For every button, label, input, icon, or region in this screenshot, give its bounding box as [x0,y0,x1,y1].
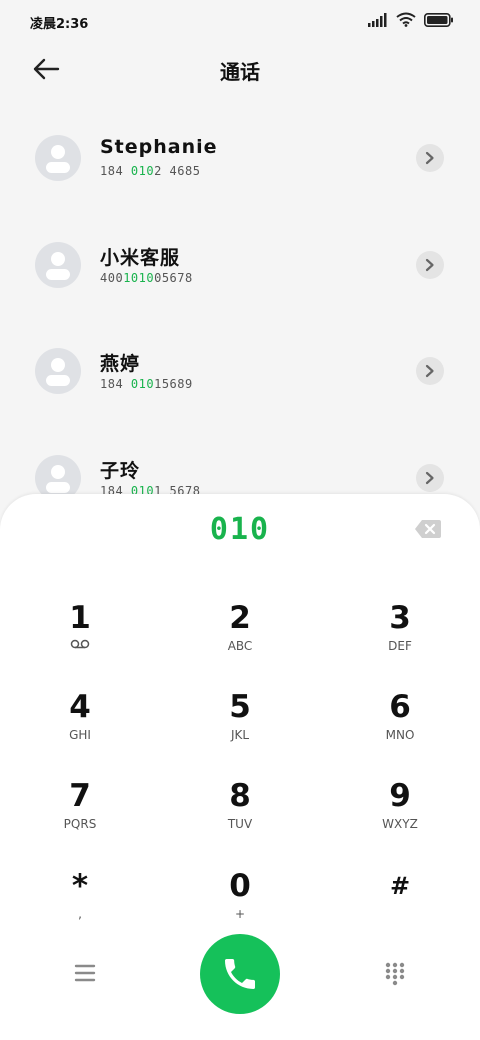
chevron-right-icon [425,151,434,165]
backspace-button[interactable] [414,518,442,540]
header: 通话 [0,44,480,94]
chevron-right-icon [425,364,434,378]
key-digit: # [389,872,411,900]
key-letters: ABC [227,639,253,653]
key-digit: 4 [69,689,91,725]
key-digit: 2 [229,600,251,636]
contact-detail-button[interactable] [416,464,444,492]
key-letters: PQRS [63,817,97,831]
key-digit: 5 [229,689,251,725]
key-letters: JKL [230,728,250,742]
dialed-number[interactable]: 010 [0,512,480,547]
key-letters: DEF [388,639,412,653]
dial-key-1[interactable]: 1 [20,600,140,670]
battery-icon [424,12,453,27]
dial-key-4[interactable]: 4 GHI [20,689,140,759]
key-digit: * [71,868,89,904]
dialpad-grid-icon [385,962,405,986]
status-bar: 凌晨2:36 [0,0,480,44]
dial-key-8[interactable]: 8 TUV [180,778,300,848]
contact-name: 小米客服 [100,247,181,269]
chevron-right-icon [425,258,434,272]
phone-icon [225,959,255,989]
dial-key-hash[interactable]: # [340,868,460,938]
dial-key-2[interactable]: 2 ABC [180,600,300,670]
contact-item[interactable]: 小米客服 400101005678 [0,207,480,297]
contact-list: Stephanie 184 0102 4685 小米客服 40010100567… [0,100,480,500]
dial-key-0[interactable]: 0 + [180,868,300,938]
status-icons [368,12,454,27]
key-letters: , [78,907,82,921]
dial-key-6[interactable]: 6 MNO [340,689,460,759]
key-letters: MNO [385,728,415,742]
dial-key-star[interactable]: * , [20,868,140,938]
contact-number: 400101005678 [100,271,193,285]
contact-detail-button[interactable] [416,357,444,385]
menu-icon [74,964,96,982]
avatar [35,242,81,288]
contact-name: 子玲 [100,460,141,482]
key-letters: GHI [69,728,91,742]
contact-number: 184 01015689 [100,377,193,391]
contact-detail-button[interactable] [416,144,444,172]
key-digit: 8 [229,778,251,814]
contact-item[interactable]: 子玲 184 0101 5678 [0,420,480,500]
status-time: 凌晨2:36 [30,17,89,32]
contact-name: 燕婷 [100,353,141,375]
signal-icon [368,12,387,27]
backspace-icon [415,520,441,538]
key-digit: 1 [69,600,91,636]
wifi-icon [396,12,416,27]
key-letters: TUV [227,817,253,831]
dial-key-3[interactable]: 3 DEF [340,600,460,670]
voicemail-icon [20,638,140,654]
contact-detail-button[interactable] [416,251,444,279]
call-button[interactable] [200,934,280,1014]
key-digit: 7 [69,778,91,814]
dial-key-7[interactable]: 7 PQRS [20,778,140,848]
dialpad-toggle-button[interactable] [384,961,406,987]
key-letters: WXYZ [382,817,418,831]
key-digit: 9 [389,778,411,814]
key-letters: + [234,907,246,921]
dialpad-panel: 010 1 2 ABC 3 DEF 4 GHI 5 JKL 6 MNO 7 PQ… [0,494,480,1040]
chevron-right-icon [425,471,434,485]
contact-name: Stephanie [100,136,218,158]
matched-digits: 010 [130,377,155,391]
key-digit: 3 [389,600,411,636]
key-digit: 0 [229,868,251,904]
matched-digits: 010 [130,164,155,178]
contact-number: 184 0102 4685 [100,164,201,178]
contact-item[interactable]: Stephanie 184 0102 4685 [0,100,480,190]
avatar [35,135,81,181]
dial-key-5[interactable]: 5 JKL [180,689,300,759]
matched-digits: 1010 [123,271,155,285]
key-digit: 6 [389,689,411,725]
menu-button[interactable] [73,962,97,984]
avatar [35,348,81,394]
dialer-bottom-bar [0,934,480,1014]
page-title: 通话 [220,60,260,84]
contact-item[interactable]: 燕婷 184 01015689 [0,313,480,403]
dial-key-9[interactable]: 9 WXYZ [340,778,460,848]
